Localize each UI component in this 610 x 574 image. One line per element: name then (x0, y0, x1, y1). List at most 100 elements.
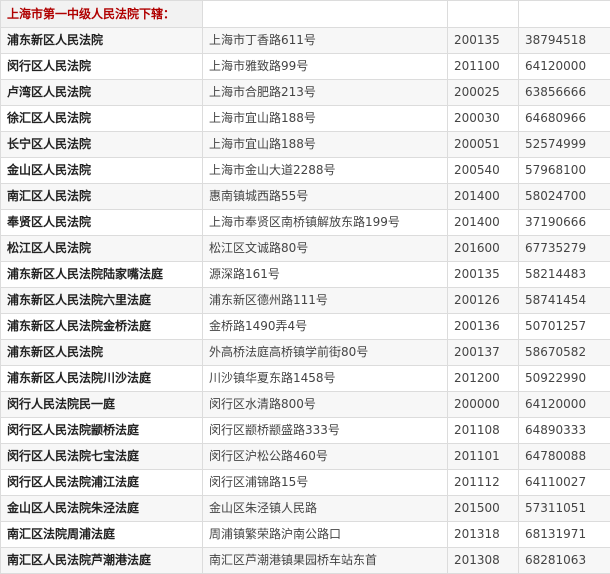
phone-number: 68281063 (518, 547, 610, 574)
phone-number: 58670582 (518, 339, 610, 366)
table-row: 徐汇区人民法院 上海市宜山路188号 200030 64680966 (0, 105, 610, 132)
court-address: 上海市雅致路99号 (202, 53, 448, 80)
phone-number: 64680966 (518, 105, 610, 132)
phone-number: 37190666 (518, 209, 610, 236)
court-address: 惠南镇城西路55号 (202, 183, 448, 210)
postal-code: 200051 (447, 131, 519, 158)
postal-code: 201100 (447, 53, 519, 80)
postal-code: 201500 (447, 495, 519, 522)
postal-code: 201108 (447, 417, 519, 444)
court-name: 浦东新区人民法院陆家嘴法庭 (0, 261, 203, 288)
phone-number: 52574999 (518, 131, 610, 158)
court-name: 浦东新区人民法院 (0, 339, 203, 366)
court-name: 长宁区人民法院 (0, 131, 203, 158)
table-row: 金山区人民法院朱泾法庭 金山区朱泾镇人民路 201500 57311051 (0, 495, 610, 522)
postal-code: 200135 (447, 261, 519, 288)
court-address: 松江区文诚路80号 (202, 235, 448, 262)
postal-code: 201400 (447, 209, 519, 236)
phone-number: 58214483 (518, 261, 610, 288)
phone-number: 64120000 (518, 391, 610, 418)
court-name: 闵行人民法院民一庭 (0, 391, 203, 418)
table-row: 浦东新区人民法院川沙法庭 川沙镇华夏东路1458号 201200 50922990 (0, 365, 610, 392)
table-row: 南汇区人民法院芦潮港法庭 南汇区芦潮港镇果园桥车站东首 201308 68281063 (0, 547, 610, 574)
court-name: 闵行区人民法院浦江法庭 (0, 469, 203, 496)
postal-code: 201308 (447, 547, 519, 574)
table-row: 浦东新区人民法院 上海市丁香路611号 200135 38794518 (0, 27, 610, 54)
court-address: 上海市宜山路188号 (202, 105, 448, 132)
court-name: 南汇区法院周浦法庭 (0, 521, 203, 548)
phone-number: 64110027 (518, 469, 610, 496)
postal-code: 201101 (447, 443, 519, 470)
court-name: 金山区人民法院朱泾法庭 (0, 495, 203, 522)
court-name: 南汇区人民法院芦潮港法庭 (0, 547, 203, 574)
court-address: 上海市丁香路611号 (202, 27, 448, 54)
phone-number: 50701257 (518, 313, 610, 340)
court-directory: 上海市第一中级人民法院下辖： 浦东新区人民法院 上海市丁香路611号 200135 3… (0, 0, 610, 574)
table-row: 浦东新区人民法院金桥法庭 金桥路1490弄4号 200136 50701257 (0, 313, 610, 340)
postal-code: 201400 (447, 183, 519, 210)
table-row: 浦东新区人民法院陆家嘴法庭 源深路161号 200135 58214483 (0, 261, 610, 288)
court-name: 闵行区人民法院七宝法庭 (0, 443, 203, 470)
court-name: 金山区人民法院 (0, 157, 203, 184)
court-address: 南汇区芦潮港镇果园桥车站东首 (202, 547, 448, 574)
table-row: 卢湾区人民法院 上海市合肥路213号 200025 63856666 (0, 79, 610, 106)
postal-code: 200136 (447, 313, 519, 340)
court-name: 浦东新区人民法院 (0, 27, 203, 54)
table-row: 浦东新区人民法院六里法庭 浦东新区德州路111号 200126 58741454 (0, 287, 610, 314)
court-name: 卢湾区人民法院 (0, 79, 203, 106)
phone-number: 58024700 (518, 183, 610, 210)
table-row: 长宁区人民法院 上海市宜山路188号 200051 52574999 (0, 131, 610, 158)
court-address: 上海市金山大道2288号 (202, 157, 448, 184)
court-address: 闵行区沪松公路460号 (202, 443, 448, 470)
table-row: 松江区人民法院 松江区文诚路80号 201600 67735279 (0, 235, 610, 262)
court-address: 金桥路1490弄4号 (202, 313, 448, 340)
court-address: 上海市宜山路188号 (202, 131, 448, 158)
court-name: 浦东新区人民法院金桥法庭 (0, 313, 203, 340)
court-address: 上海市奉贤区南桥镇解放东路199号 (202, 209, 448, 236)
heading-blank-cell (202, 0, 448, 28)
court-address: 外高桥法庭高桥镇学前街80号 (202, 339, 448, 366)
postal-code: 200126 (447, 287, 519, 314)
court-address: 闵行区水清路800号 (202, 391, 448, 418)
court-address: 川沙镇华夏东路1458号 (202, 365, 448, 392)
phone-number: 64120000 (518, 53, 610, 80)
phone-number: 57968100 (518, 157, 610, 184)
phone-number: 68131971 (518, 521, 610, 548)
court-address: 闵行区浦锦路15号 (202, 469, 448, 496)
table-row: 闵行人民法院民一庭 闵行区水清路800号 200000 64120000 (0, 391, 610, 418)
table-row: 闵行区人民法院颛桥法庭 闵行区颛桥颛盛路333号 201108 64890333 (0, 417, 610, 444)
court-name: 浦东新区人民法院川沙法庭 (0, 365, 203, 392)
table-row: 南汇区法院周浦法庭 周浦镇繁荣路沪南公路口 201318 68131971 (0, 521, 610, 548)
court-address: 金山区朱泾镇人民路 (202, 495, 448, 522)
postal-code: 201112 (447, 469, 519, 496)
postal-code: 200025 (447, 79, 519, 106)
postal-code: 201318 (447, 521, 519, 548)
table-heading: 上海市第一中级人民法院下辖： (0, 0, 203, 28)
phone-number: 63856666 (518, 79, 610, 106)
heading-blank-cell (518, 0, 610, 28)
court-name: 徐汇区人民法院 (0, 105, 203, 132)
table-row: 闵行区人民法院 上海市雅致路99号 201100 64120000 (0, 53, 610, 80)
table-row: 浦东新区人民法院 外高桥法庭高桥镇学前街80号 200137 58670582 (0, 339, 610, 366)
court-address: 源深路161号 (202, 261, 448, 288)
table-row: 金山区人民法院 上海市金山大道2288号 200540 57968100 (0, 157, 610, 184)
court-name: 浦东新区人民法院六里法庭 (0, 287, 203, 314)
court-table-body: 上海市第一中级人民法院下辖： 浦东新区人民法院 上海市丁香路611号 200135 3… (0, 0, 610, 574)
postal-code: 200135 (447, 27, 519, 54)
court-name: 南汇区人民法院 (0, 183, 203, 210)
postal-code: 201200 (447, 365, 519, 392)
court-address: 周浦镇繁荣路沪南公路口 (202, 521, 448, 548)
phone-number: 64890333 (518, 417, 610, 444)
court-address: 闵行区颛桥颛盛路333号 (202, 417, 448, 444)
court-name: 奉贤区人民法院 (0, 209, 203, 236)
postal-code: 200540 (447, 157, 519, 184)
table-row: 闵行区人民法院七宝法庭 闵行区沪松公路460号 201101 64780088 (0, 443, 610, 470)
court-name: 松江区人民法院 (0, 235, 203, 262)
court-address: 浦东新区德州路111号 (202, 287, 448, 314)
postal-code: 201600 (447, 235, 519, 262)
table-row: 闵行区人民法院浦江法庭 闵行区浦锦路15号 201112 64110027 (0, 469, 610, 496)
heading-blank-cell (447, 0, 519, 28)
phone-number: 58741454 (518, 287, 610, 314)
court-address: 上海市合肥路213号 (202, 79, 448, 106)
postal-code: 200137 (447, 339, 519, 366)
